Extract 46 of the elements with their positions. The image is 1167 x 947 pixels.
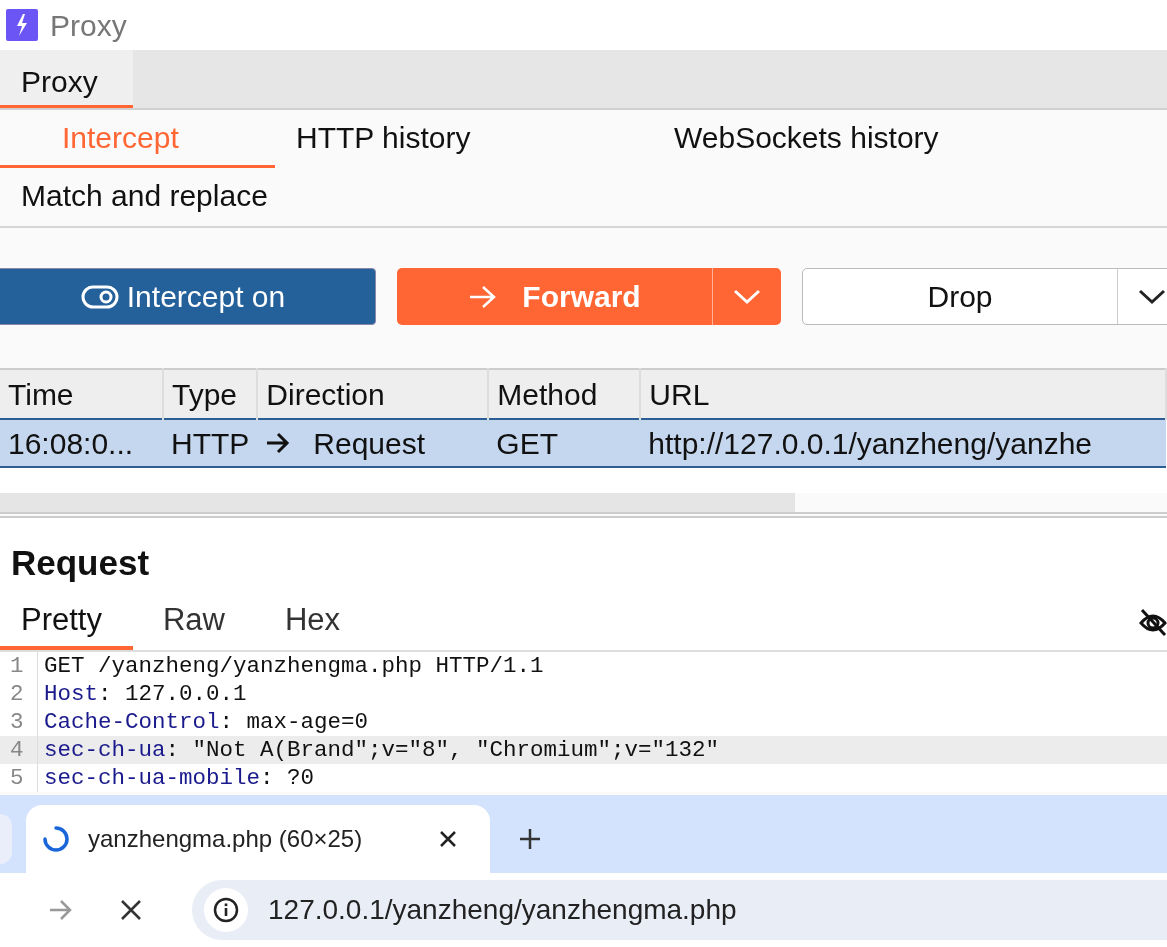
line-number: 3: [0, 707, 38, 736]
stop-icon[interactable]: [120, 899, 142, 921]
code-line: Cache-Control: max-age=0: [43, 707, 369, 736]
hide-icon[interactable]: [1139, 607, 1167, 637]
code-line: Host: 127.0.0.1: [43, 679, 247, 708]
code-line: GET /yanzheng/yanzhengma.php HTTP/1.1: [43, 651, 544, 680]
forward-icon[interactable]: [48, 898, 74, 922]
column-header[interactable]: Method: [488, 369, 641, 419]
close-icon[interactable]: [438, 829, 458, 849]
line-number: 1: [0, 651, 38, 680]
table-cell: HTTP: [171, 426, 250, 460]
table-cell: GET: [496, 426, 558, 460]
table-row[interactable]: 16:08:0... HTTP Request GET http://127.0.0.1/yanzheng/yanzhe: [0, 419, 1166, 467]
column-header[interactable]: Type: [163, 369, 258, 419]
column-header[interactable]: URL: [640, 369, 1166, 419]
intercept-toggle-button[interactable]: Intercept on: [0, 268, 376, 325]
column-header[interactable]: Time: [0, 369, 163, 419]
chevron-icon: [732, 287, 762, 306]
arrow-icon: [265, 432, 292, 454]
browser-tab[interactable]: yanzhengma.php (60×25): [26, 805, 490, 873]
chevron-icon: [1137, 287, 1167, 306]
code-line: sec-ch-ua-mobile: ?0: [43, 763, 315, 792]
tab[interactable]: Hex: [255, 594, 371, 650]
line-number: 5: [0, 763, 38, 792]
address-bar[interactable]: 127.0.0.1/yanzheng/yanzhengma.php: [192, 880, 1167, 940]
column-header[interactable]: Direction: [257, 369, 489, 419]
tab[interactable]: Pretty: [0, 594, 133, 650]
tab[interactable]: WebSockets history: [610, 110, 1130, 168]
table-cell: 16:08:0...: [8, 426, 134, 460]
tab[interactable]: Proxy: [0, 50, 133, 108]
line-number: 2: [0, 679, 38, 708]
window-title: Proxy: [50, 7, 127, 44]
info-icon[interactable]: [204, 888, 248, 932]
horizontal-scrollbar[interactable]: [0, 493, 795, 512]
toggle-icon: [80, 284, 119, 309]
tab[interactable]: Raw: [132, 594, 255, 650]
table-cell: http://127.0.0.1/yanzheng/yanzhe: [648, 426, 1092, 460]
tab[interactable]: Match and replace: [0, 168, 289, 226]
app-logo-icon: [6, 9, 38, 41]
tab-title: yanzhengma.php (60×25): [88, 824, 364, 854]
table-cell-text: Request: [313, 425, 426, 462]
tab[interactable]: HTTP history: [275, 110, 610, 168]
code-line: sec-ch-ua: "Not A(Brand";v="8", "Chromium";v="132": [43, 735, 720, 764]
panel-heading: Request: [10, 542, 151, 584]
new-tab-icon[interactable]: [518, 827, 542, 851]
line-number: 4: [0, 735, 38, 764]
